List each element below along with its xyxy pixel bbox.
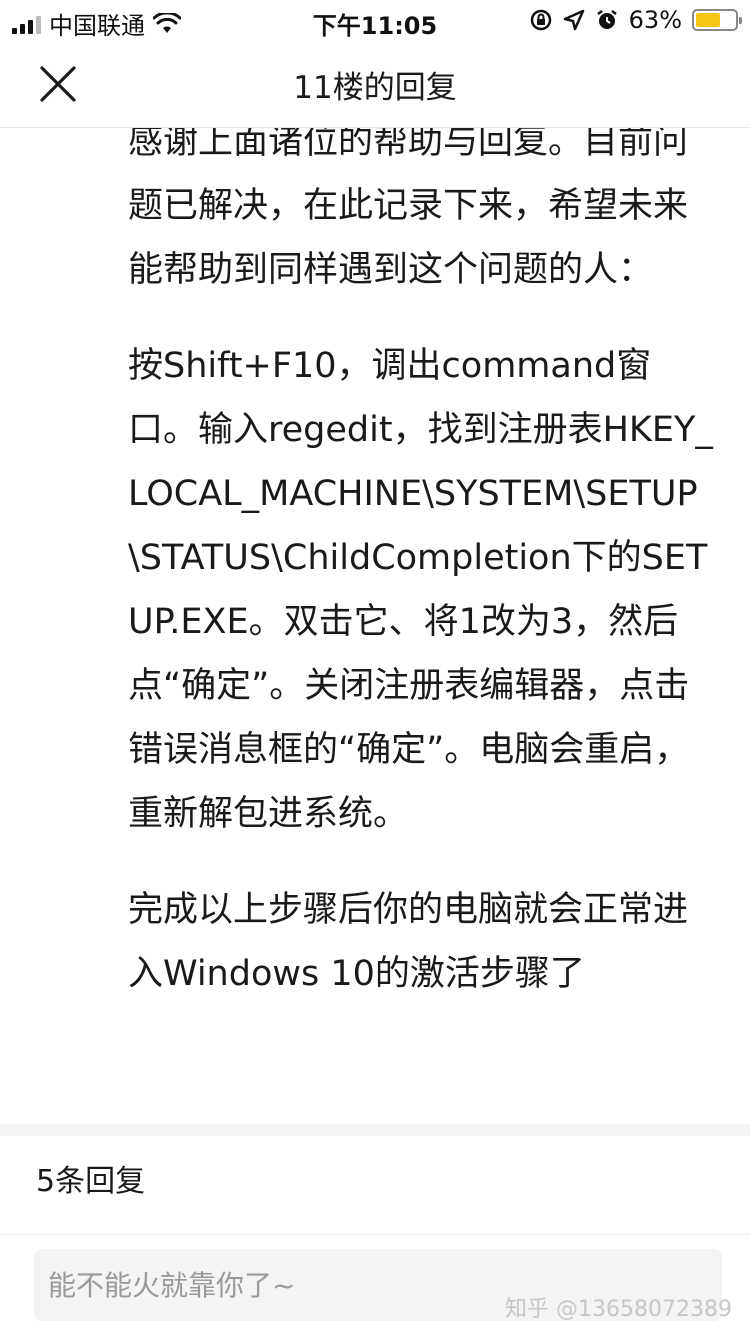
location-icon xyxy=(563,9,584,31)
reply-count: 5条回复 xyxy=(36,1164,146,1199)
rotation-lock-icon xyxy=(530,9,551,31)
page-title: 11楼的回复 xyxy=(293,70,457,106)
comment-input[interactable] xyxy=(34,1249,722,1321)
paragraph-steps: 按Shift+F10，调出command窗口。输入regedit，找到注册表HK… xyxy=(128,346,713,834)
comment-bar: 知乎 @13658072389 xyxy=(0,1234,750,1334)
reply-body: 感谢上面诸位的帮助与回复。目前问题已解决，在此记录下来，希望未来能帮助到同样遇到… xyxy=(128,128,718,1038)
paragraph-result: 完成以上步骤后你的电脑就会正常进入Windows 10的激活步骤了 xyxy=(128,890,689,994)
status-bar: 中国联通 下午11:05 63% xyxy=(0,0,750,40)
status-right: 63% xyxy=(529,6,742,34)
paragraph-intro: 感谢上面诸位的帮助与回复。目前问题已解决，在此记录下来，希望未来能帮助到同样遇到… xyxy=(128,128,689,290)
section-divider xyxy=(0,1124,750,1136)
nav-bar: 11楼的回复 xyxy=(0,40,750,128)
battery-icon xyxy=(692,9,742,31)
alarm-icon xyxy=(596,10,617,29)
reply-content[interactable]: 感谢上面诸位的帮助与回复。目前问题已解决，在此记录下来，希望未来能帮助到同样遇到… xyxy=(0,128,750,1124)
battery-percent: 63% xyxy=(628,6,682,34)
